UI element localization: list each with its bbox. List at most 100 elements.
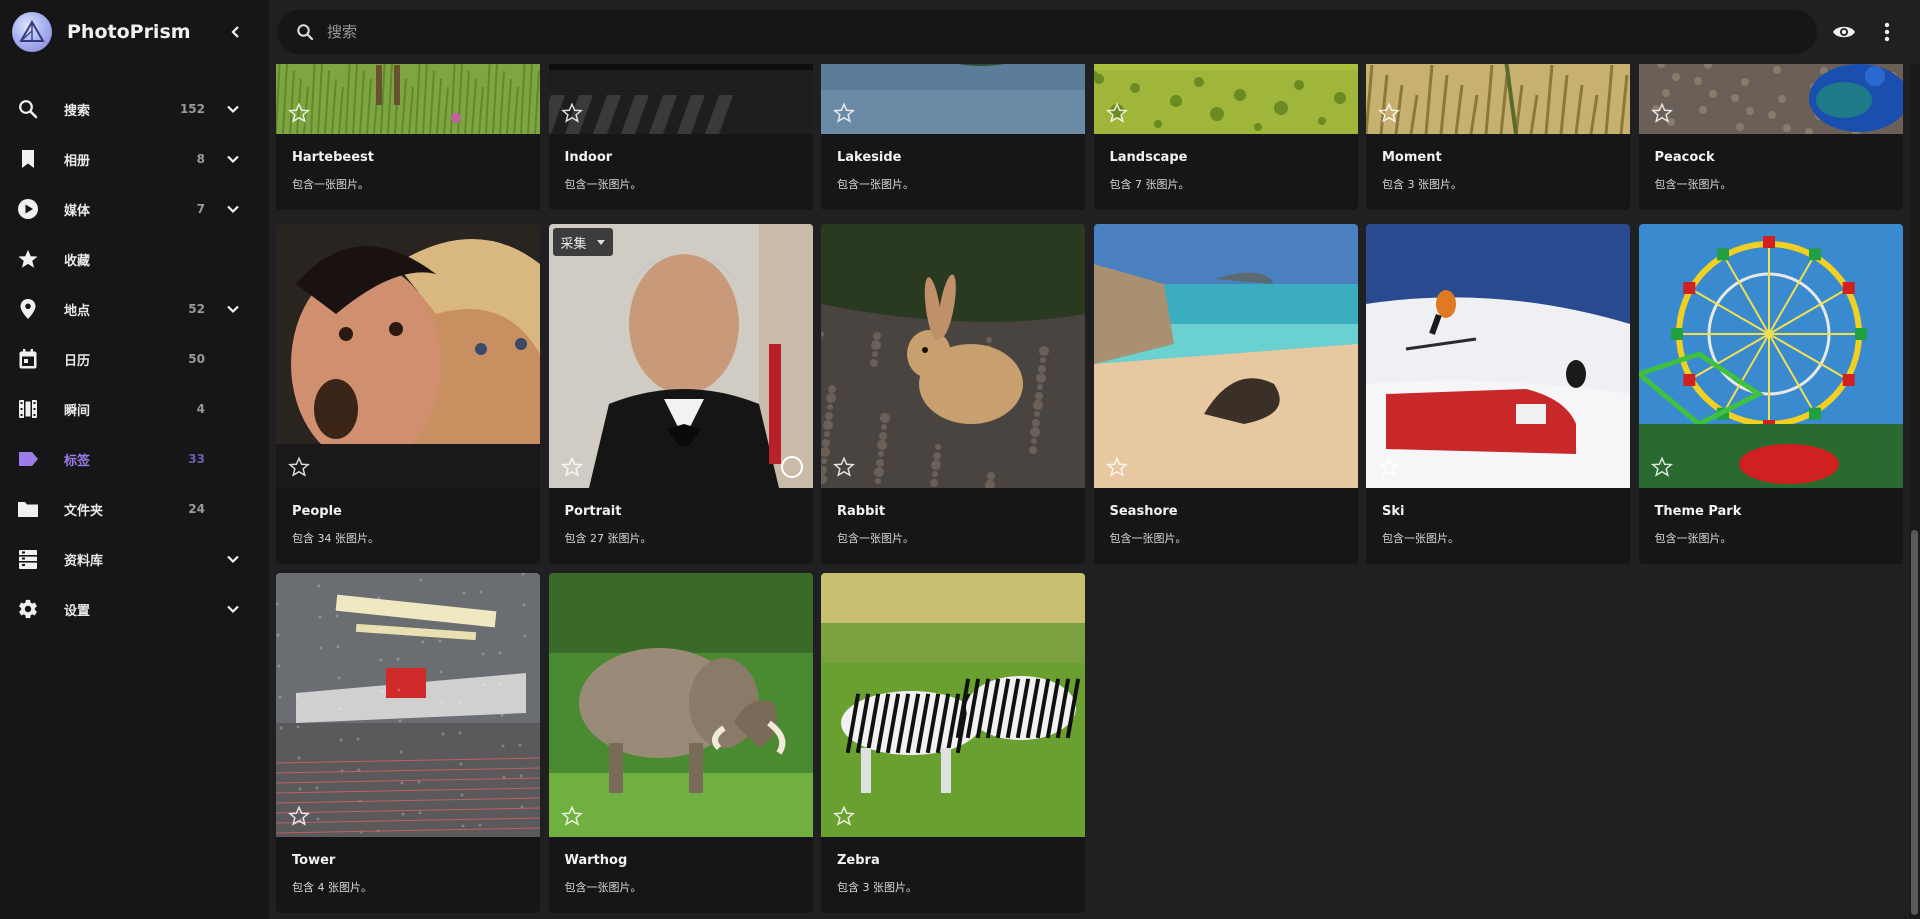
chevron-down-icon[interactable] (222, 548, 244, 570)
label-title[interactable]: Portrait (565, 504, 797, 522)
eye-icon[interactable] (1832, 20, 1856, 44)
star-outline-icon[interactable] (1377, 102, 1401, 124)
star-outline-icon[interactable] (1650, 102, 1673, 124)
label-card-tower[interactable]: Tower 包含 4 张图片。 (276, 573, 540, 913)
label-photo (821, 573, 1085, 837)
chevron-down-icon[interactable] (222, 598, 244, 620)
label-thumbnail[interactable] (276, 224, 540, 488)
label-card-info: Peacock 包含一张图片。 (1639, 134, 1903, 210)
label-thumbnail[interactable] (548, 573, 813, 837)
top-bar (269, 0, 1920, 64)
chevron-down-icon[interactable] (222, 298, 244, 320)
label-thumbnail[interactable] (276, 573, 540, 837)
sidebar-item-star[interactable]: 收藏 (0, 234, 269, 284)
sidebar-item-count: 8 (196, 152, 205, 166)
label-title[interactable]: Landscape (1110, 150, 1342, 168)
star-outline-icon[interactable] (832, 102, 856, 124)
app-name: PhotoPrism (67, 21, 191, 43)
star-outline-icon[interactable] (287, 102, 311, 124)
label-card-seashore[interactable]: Seashore 包含一张图片。 (1093, 224, 1358, 564)
label-thumbnail[interactable] (821, 224, 1085, 488)
sidebar-item-bookmark[interactable]: 相册 8 (0, 134, 269, 184)
chevron-down-icon[interactable] (222, 148, 244, 170)
sidebar-item-calendar[interactable]: 日历 50 (0, 334, 269, 384)
sidebar-item-folder[interactable]: 文件夹 24 (0, 484, 269, 534)
bookmark-icon (17, 148, 39, 170)
label-card-warthog[interactable]: Warthog 包含一张图片。 (548, 573, 813, 913)
more-vertical-icon[interactable] (1875, 20, 1899, 44)
label-card-theme-park[interactable]: Theme Park 包含一张图片。 (1638, 224, 1903, 564)
sidebar-item-search[interactable]: 搜索 152 (0, 84, 269, 134)
label-thumbnail[interactable]: 采集 (548, 224, 813, 488)
label-title[interactable]: Indoor (565, 150, 797, 168)
label-photo-count: 包含 7 张图片。 (1109, 178, 1190, 191)
sidebar-item-map-marker[interactable]: 地点 52 (0, 284, 269, 334)
photoprism-logo-icon (12, 12, 52, 52)
label-card-info: People 包含 34 张图片。 (276, 488, 540, 564)
sidebar-item-label[interactable]: 标签 33 (0, 434, 269, 484)
search-bar[interactable] (277, 10, 1817, 54)
sidebar-item-count: 50 (188, 352, 205, 366)
label-photo-count: 包含 4 张图片。 (292, 881, 372, 894)
chevron-down-icon[interactable] (222, 198, 244, 220)
label-card-people[interactable]: People 包含 34 张图片。 (276, 224, 540, 564)
label-photo (1638, 224, 1903, 488)
star-outline-icon[interactable] (832, 805, 856, 827)
star-outline-icon[interactable] (1105, 102, 1128, 124)
label-photo-count: 包含一张图片。 (292, 178, 369, 191)
label-card-zebra[interactable]: Zebra 包含 3 张图片。 (821, 573, 1085, 913)
sidebar-item-library[interactable]: 资料库 (0, 534, 269, 584)
label-title[interactable]: Seashore (1110, 504, 1342, 522)
sidebar-item-count: 24 (188, 502, 205, 516)
sidebar-item-gear[interactable]: 设置 (0, 584, 269, 634)
sidebar-item-play-circle[interactable]: 媒体 7 (0, 184, 269, 234)
sidebar-item-label: 收藏 (64, 253, 91, 269)
star-outline-icon[interactable] (560, 805, 583, 827)
sidebar-nav: 搜索 152 相册 8 媒体 7 收藏地点 52 日历 50 瞬间 4 标签 33 文件夹 24 资料库 设置 (0, 84, 269, 634)
label-title[interactable]: Rabbit (837, 504, 1069, 522)
chevron-down-icon[interactable] (222, 98, 244, 120)
star-outline-icon[interactable] (287, 805, 311, 827)
label-photo-count: 包含 34 张图片。 (292, 532, 379, 545)
label-card-portrait[interactable]: 采集 Portrait 包含 27 张图片。 (548, 224, 813, 564)
label-card-rabbit[interactable]: Rabbit 包含一张图片。 (821, 224, 1085, 564)
label-title[interactable]: Lakeside (837, 150, 1069, 168)
sidebar-item-film[interactable]: 瞬间 4 (0, 384, 269, 434)
label-thumbnail[interactable] (1366, 224, 1630, 488)
label-title[interactable]: Hartebeest (292, 150, 524, 168)
sidebar-item-label: 文件夹 (64, 503, 104, 519)
label-title[interactable]: Moment (1382, 150, 1614, 168)
star-outline-icon[interactable] (287, 456, 311, 478)
star-outline-icon[interactable] (560, 102, 583, 124)
label-photo (1366, 224, 1630, 488)
collapse-sidebar-button[interactable] (224, 20, 248, 44)
star-outline-icon[interactable] (1105, 456, 1128, 478)
star-outline-icon[interactable] (832, 456, 856, 478)
scrollbar-thumb[interactable] (1911, 530, 1918, 915)
label-title[interactable]: Tower (292, 853, 524, 871)
label-title[interactable]: Zebra (837, 853, 1069, 871)
label-card-info: Lakeside 包含一张图片。 (821, 134, 1085, 210)
label-photo-count: 包含 3 张图片。 (837, 881, 917, 894)
label-title[interactable]: Ski (1382, 504, 1614, 522)
label-title[interactable]: Warthog (565, 853, 797, 871)
label-title[interactable]: People (292, 504, 524, 522)
label-thumbnail[interactable] (821, 573, 1085, 837)
star-outline-icon[interactable] (1377, 456, 1401, 478)
label-thumbnail[interactable] (1638, 224, 1903, 488)
select-circle-icon[interactable] (780, 456, 803, 478)
label-photo-count: 包含一张图片。 (837, 178, 914, 191)
label-photo-count: 包含 3 张图片。 (1382, 178, 1462, 191)
gear-icon (17, 598, 39, 620)
chip-label: 采集 (560, 236, 587, 252)
star-outline-icon[interactable] (1650, 456, 1673, 478)
label-title[interactable]: Theme Park (1655, 504, 1887, 522)
label-title[interactable]: Peacock (1655, 150, 1887, 168)
label-card-info: Tower 包含 4 张图片。 (276, 837, 540, 913)
search-input[interactable] (327, 23, 1727, 41)
star-outline-icon[interactable] (560, 456, 583, 478)
label-action-dropdown[interactable]: 采集 (552, 228, 613, 256)
label-thumbnail[interactable] (1093, 224, 1358, 488)
sidebar: PhotoPrism 搜索 152 相册 8 媒体 7 收藏 地点 52 日历 50 瞬间 4 标签 33 文… (0, 0, 269, 919)
label-card-ski[interactable]: Ski 包含一张图片。 (1366, 224, 1630, 564)
